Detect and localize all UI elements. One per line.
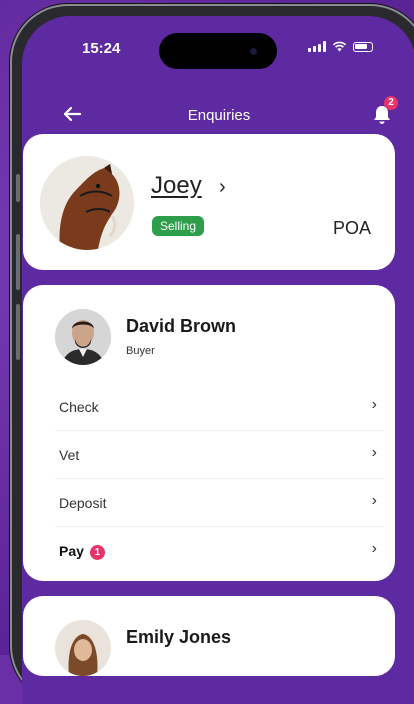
chevron-right-icon: › [371, 540, 377, 557]
step-row-vet[interactable]: Vet › [55, 431, 383, 479]
step-label: Check [59, 399, 99, 415]
phone-mute-switch [16, 174, 20, 202]
phone-volume-up [16, 234, 20, 290]
buyer-name: Emily Jones [126, 627, 232, 647]
chevron-right-icon: › [219, 176, 226, 198]
price-label: POA [332, 218, 371, 238]
enquiry-card: David Brown Buyer Check › Vet › Deposit … [23, 285, 395, 581]
status-badge: Selling [152, 216, 205, 236]
step-label: Pay 1 [59, 543, 105, 560]
avatar [55, 309, 111, 365]
chevron-right-icon: › [371, 396, 377, 413]
chevron-right-icon: › [371, 444, 377, 461]
buyer-role: Buyer [126, 345, 155, 357]
horse-card[interactable]: Joey › Selling POA [23, 134, 395, 270]
camera-dot [250, 48, 257, 55]
pay-label: Pay [59, 543, 84, 559]
step-row-pay[interactable]: Pay 1 › [55, 527, 383, 575]
avatar [55, 620, 111, 676]
step-label: Vet [59, 447, 80, 463]
status-time: 15:24 [82, 40, 121, 57]
status-icons [308, 41, 373, 52]
step-label: Deposit [59, 495, 107, 511]
horse-photo [40, 156, 134, 250]
notification-badge: 2 [384, 96, 398, 110]
step-row-check[interactable]: Check › [55, 383, 383, 431]
signal-icon [308, 41, 326, 52]
nav-bar: Enquiries 2 [22, 96, 414, 132]
enquiry-card: Emily Jones [23, 596, 395, 676]
chevron-right-icon: › [371, 492, 377, 509]
battery-icon [353, 41, 373, 52]
pay-badge: 1 [89, 545, 105, 560]
page-title: Enquiries [187, 107, 251, 124]
step-row-deposit[interactable]: Deposit › [55, 479, 383, 527]
dynamic-island [159, 33, 277, 69]
horse-name-link[interactable]: Joey [151, 172, 202, 200]
wifi-icon [332, 41, 347, 52]
phone-volume-down [16, 304, 20, 360]
buyer-name: David Brown [126, 316, 237, 336]
